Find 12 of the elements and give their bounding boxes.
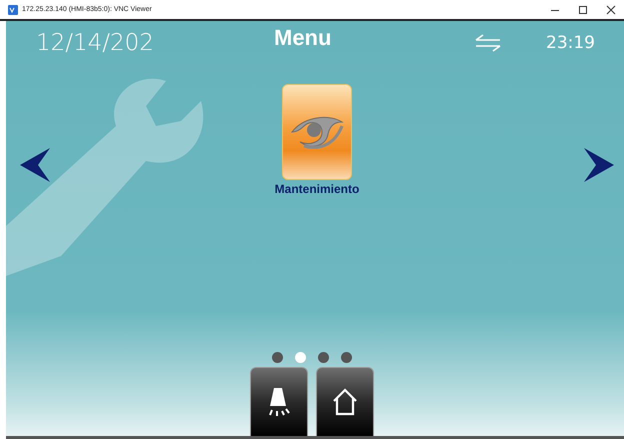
- home-button[interactable]: [316, 367, 374, 436]
- alarm-button[interactable]: [250, 367, 308, 436]
- maximize-icon[interactable]: [578, 4, 588, 14]
- screen-title: Menu: [274, 24, 332, 51]
- app-tile-button[interactable]: [282, 84, 352, 180]
- app-label[interactable]: Mantenimiento: [274, 182, 360, 196]
- date-text: 12/14/202: [36, 30, 155, 56]
- previous-page-arrow-icon[interactable]: [20, 148, 50, 182]
- vnc-logo-icon: [8, 4, 18, 14]
- close-icon[interactable]: [606, 4, 616, 14]
- next-page-arrow-icon[interactable]: [584, 148, 614, 182]
- time-text: 23:19: [546, 33, 595, 53]
